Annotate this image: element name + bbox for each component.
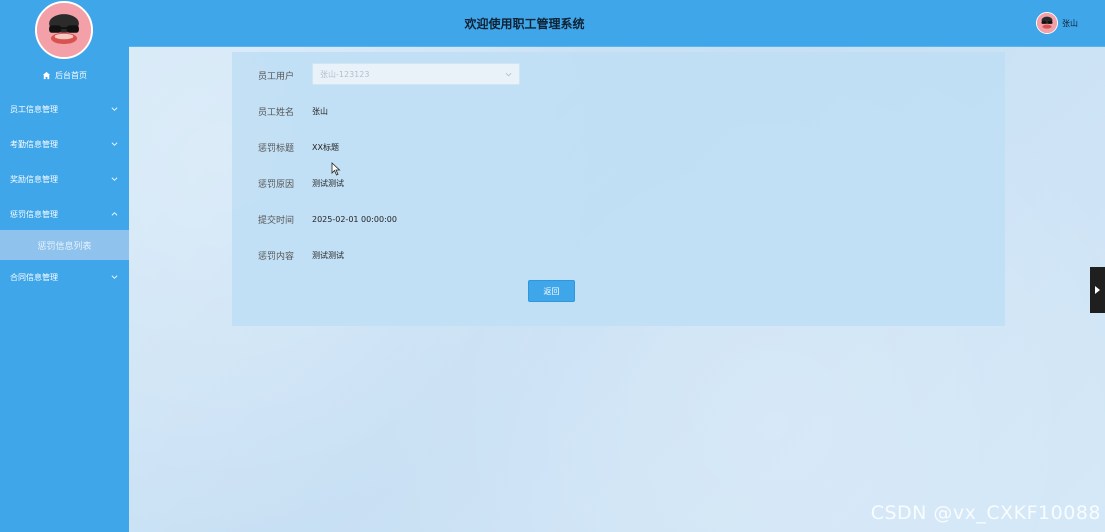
field-label: 惩罚原因 — [258, 179, 295, 190]
chevron-down-icon — [505, 71, 512, 78]
side-panel-toggle[interactable] — [1090, 267, 1105, 313]
field-value: 测试测试 — [312, 178, 344, 188]
sidebar-item-label: 员工信息管理 — [10, 104, 58, 114]
sidebar-item-punishment[interactable]: 惩罚信息管理 — [0, 197, 129, 231]
sidebar-item-label: 奖励信息管理 — [10, 174, 58, 184]
sidebar-item-label: 惩罚信息管理 — [10, 209, 58, 219]
sidebar-item-reward[interactable]: 奖励信息管理 — [0, 162, 129, 196]
form-row-employee-user: 员工用户 张山-123123 — [232, 63, 1005, 87]
header: 欢迎使用职工管理系统 张山 — [129, 0, 1105, 47]
sidebar-item-label: 合同信息管理 — [10, 272, 58, 282]
field-value: 2025-02-01 00:00:00 — [312, 214, 397, 224]
chevron-down-icon — [111, 141, 118, 148]
sidebar-item-attendance[interactable]: 考勤信息管理 — [0, 127, 129, 161]
sidebar-home-link[interactable]: 后台首页 — [0, 68, 129, 82]
user-name: 张山 — [1062, 18, 1078, 28]
employee-user-select[interactable]: 张山-123123 — [312, 63, 520, 85]
back-button[interactable]: 返回 — [528, 280, 575, 302]
watermark: CSDN @vx_CXKF10088 — [870, 502, 1101, 524]
chevron-up-icon — [111, 211, 118, 218]
avatar-face-icon — [1037, 13, 1057, 33]
page-title: 欢迎使用职工管理系统 — [464, 17, 585, 31]
sidebar-item-contract[interactable]: 合同信息管理 — [0, 260, 129, 294]
field-label: 惩罚标题 — [258, 143, 295, 154]
chevron-down-icon — [111, 274, 118, 281]
field-value: 张山 — [312, 106, 328, 116]
sidebar: 后台首页 员工信息管理 考勤信息管理 奖励信息管理 惩罚信息管理 惩罚信息列表 … — [0, 0, 129, 532]
form-row-punishment-reason: 惩罚原因 测试测试 — [232, 171, 1005, 195]
sidebar-item-label: 考勤信息管理 — [10, 139, 58, 149]
chevron-down-icon — [111, 176, 118, 183]
mouse-cursor-icon — [331, 162, 341, 176]
user-avatar[interactable] — [1036, 12, 1058, 34]
field-label: 惩罚内容 — [258, 251, 295, 262]
sidebar-item-employee[interactable]: 员工信息管理 — [0, 92, 129, 126]
form-row-punishment-title: 惩罚标题 XX标题 — [232, 135, 1005, 159]
field-label: 提交时间 — [258, 215, 295, 226]
form-row-submit-time: 提交时间 2025-02-01 00:00:00 — [232, 207, 1005, 231]
avatar[interactable] — [35, 1, 93, 59]
field-value: 测试测试 — [312, 250, 344, 260]
chevron-down-icon — [111, 106, 118, 113]
field-value: XX标题 — [312, 142, 339, 152]
sidebar-subitem-punishment-list[interactable]: 惩罚信息列表 — [0, 230, 129, 260]
field-label: 员工姓名 — [258, 107, 295, 118]
avatar-face-icon — [37, 3, 91, 57]
home-icon — [42, 71, 51, 79]
detail-form-panel: 员工用户 张山-123123 员工姓名 张山 惩罚标题 XX标题 惩罚原因 测试… — [232, 52, 1005, 326]
field-label: 员工用户 — [258, 71, 295, 82]
form-row-punishment-content: 惩罚内容 测试测试 — [232, 243, 1005, 267]
caret-right-icon — [1095, 286, 1100, 294]
sidebar-subitem-label: 惩罚信息列表 — [37, 241, 92, 252]
select-value: 张山-123123 — [320, 69, 370, 79]
form-row-employee-name: 员工姓名 张山 — [232, 99, 1005, 123]
sidebar-home-label: 后台首页 — [55, 70, 87, 80]
user-menu[interactable]: 张山 — [1036, 11, 1078, 35]
